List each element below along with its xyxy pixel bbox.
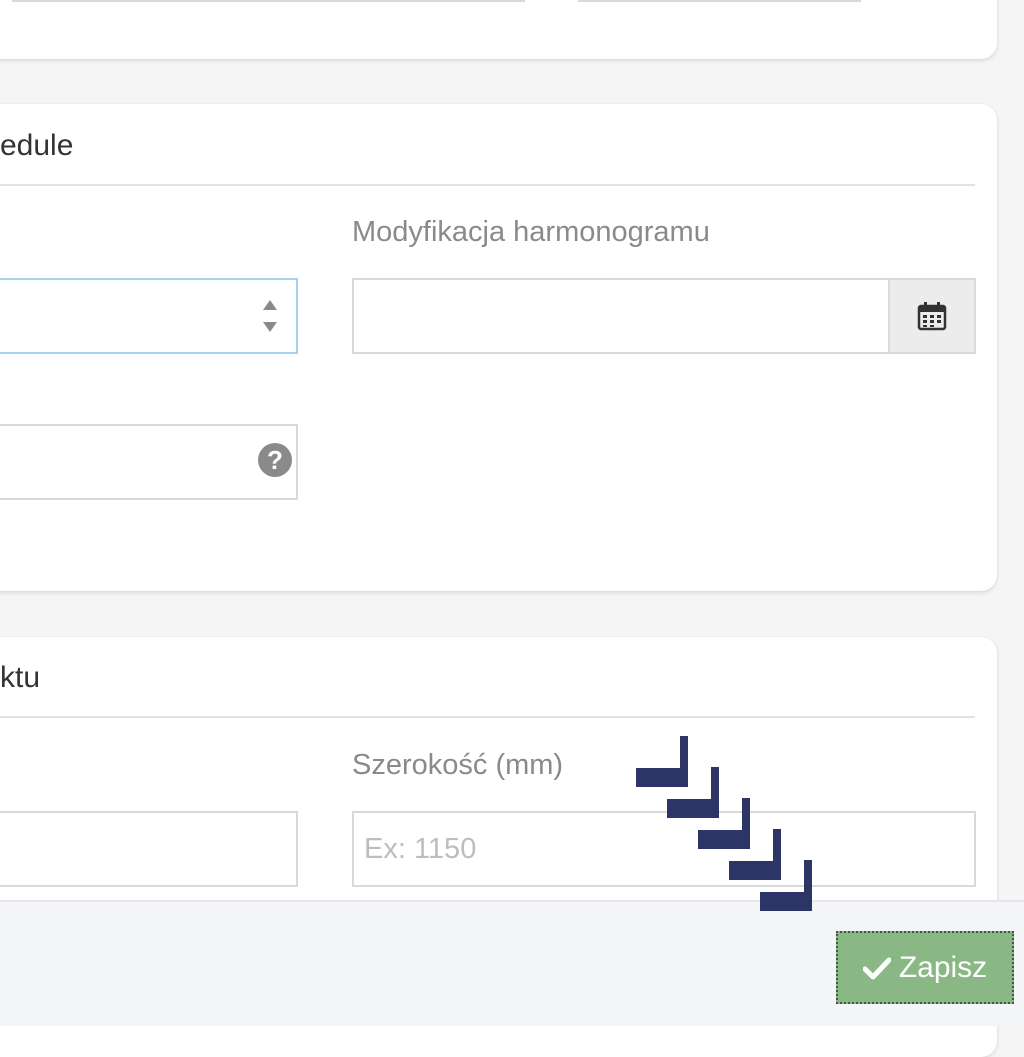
product-divider xyxy=(0,716,975,718)
top-right-input[interactable] xyxy=(578,0,861,2)
step-arrows-icon xyxy=(636,736,812,911)
modification-date-input[interactable] xyxy=(352,278,890,354)
number-spinner[interactable] xyxy=(260,296,280,336)
spinner-up-icon xyxy=(263,300,277,310)
calendar-icon xyxy=(917,302,947,331)
product-section-title: ktu xyxy=(0,661,41,694)
modification-label: Modyfikacja harmonogramu xyxy=(352,216,710,248)
schedule-section-title: edule xyxy=(0,129,74,162)
top-card xyxy=(0,0,997,59)
top-left-input[interactable] xyxy=(12,0,525,2)
check-icon xyxy=(862,957,891,979)
question-icon[interactable]: ? xyxy=(258,443,292,477)
save-button-label: Zapisz xyxy=(898,950,988,984)
calendar-button[interactable] xyxy=(888,278,976,354)
schedule-divider xyxy=(0,184,975,186)
spinner-down-icon xyxy=(263,322,277,332)
help-field-input[interactable] xyxy=(0,424,298,500)
save-button[interactable]: Zapisz xyxy=(836,931,1014,1004)
left-product-input[interactable] xyxy=(0,811,298,887)
number-input[interactable] xyxy=(0,278,298,354)
width-label: Szerokość (mm) xyxy=(352,749,564,781)
schedule-card: edule Modyfikacja harmonogramu ? xyxy=(0,104,997,591)
